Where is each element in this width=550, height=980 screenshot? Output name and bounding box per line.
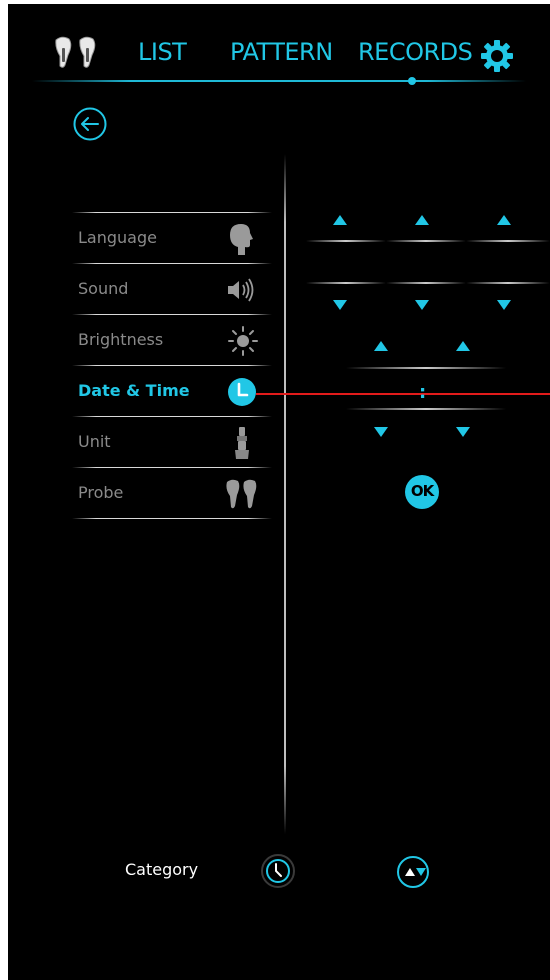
vertical-divider [284,154,286,834]
ok-button[interactable]: OK [405,475,439,509]
menu-item-sound[interactable]: Sound [72,264,272,314]
time-field-bottom-line [346,408,506,410]
menu-item-probe[interactable]: Probe [72,468,272,518]
tab-pattern[interactable]: PATTERN [230,38,333,66]
date-field-3-up-arrow[interactable] [496,214,512,226]
clock-icon[interactable] [260,853,296,889]
menu-item-label: Sound [78,279,129,298]
date-field-2-up-arrow[interactable] [414,214,430,226]
date-field-1-down-arrow[interactable] [332,299,348,311]
date-field-3-down-arrow[interactable] [496,299,512,311]
menu-item-label: Date & Time [78,381,190,400]
menu-item-brightness[interactable]: Brightness [72,315,272,365]
date-field-3-bottom-line [466,282,550,284]
menu-item-label: Unit [78,432,111,451]
date-field-2-bottom-line [386,282,466,284]
date-field-1-up-arrow[interactable] [332,214,348,226]
time-hour-up-arrow[interactable] [373,340,389,352]
earbud-probes-icon[interactable] [52,36,104,70]
time-minute-up-arrow[interactable] [455,340,471,352]
sun-icon [228,326,258,356]
time-hour-down-arrow[interactable] [373,426,389,438]
menu-item-label: Language [78,228,157,247]
menu-item-label: Brightness [78,330,164,349]
menu-item-language[interactable]: Language [72,213,272,263]
menu-item-label: Probe [78,483,124,502]
top-nav-bar: LIST PATTERN RECORDS [8,4,550,88]
earbud-probes-icon [226,479,257,509]
date-field-3-top-line [466,240,550,242]
time-separator: : [419,382,427,403]
nav-underline [32,80,526,82]
clock-icon [228,378,256,406]
app-screen: LIST PATTERN RECORDS Language Sound Brig… [8,4,550,980]
date-field-1-top-line [306,240,386,242]
head-profile-icon [230,224,253,255]
date-field-1-bottom-line [306,282,386,284]
up-down-icon[interactable] [393,853,437,891]
back-arrow-icon[interactable] [72,106,108,142]
menu-item-unit[interactable]: Unit [72,417,272,467]
gear-icon[interactable] [480,39,514,73]
probe-unit-icon [235,427,249,459]
category-label: Category [125,860,199,879]
time-field-top-line [346,367,506,369]
date-field-2-top-line [386,240,466,242]
ok-button-label: OK [410,482,434,500]
tab-list[interactable]: LIST [138,38,187,66]
menu-item-date-time[interactable]: Date & Time [72,366,272,416]
time-minute-down-arrow[interactable] [455,426,471,438]
active-tab-indicator [408,77,416,85]
selection-connector-line [256,393,550,395]
menu-divider [72,518,272,519]
date-field-2-down-arrow[interactable] [414,299,430,311]
speaker-icon [228,278,254,302]
tab-records[interactable]: RECORDS [358,38,473,66]
